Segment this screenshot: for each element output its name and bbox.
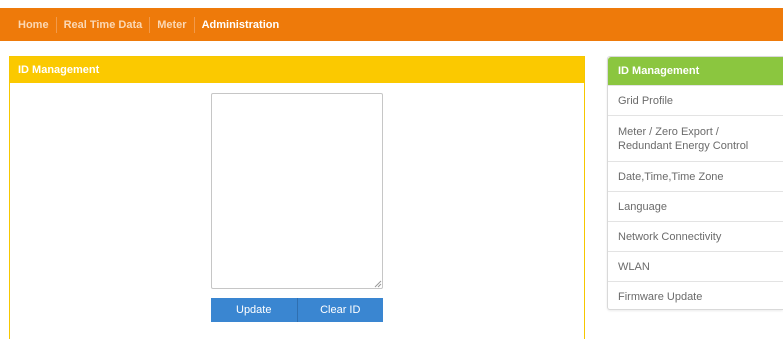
- nav-item-administration[interactable]: Administration: [195, 17, 287, 33]
- side-item-meter-zero-export[interactable]: Meter / Zero Export / Redundant Energy C…: [608, 115, 783, 161]
- id-management-panel: ID Management Update Clear ID: [9, 56, 585, 339]
- side-item-firmware-update[interactable]: Firmware Update: [608, 281, 783, 311]
- side-item-language[interactable]: Language: [608, 191, 783, 221]
- side-item-wlan[interactable]: WLAN: [608, 251, 783, 281]
- side-item-date-time-zone[interactable]: Date,Time,Time Zone: [608, 161, 783, 191]
- nav-item-home[interactable]: Home: [11, 16, 57, 33]
- side-menu: ID Management Grid Profile Meter / Zero …: [607, 56, 783, 310]
- clear-id-button[interactable]: Clear ID: [296, 298, 383, 322]
- id-textarea[interactable]: [211, 93, 383, 289]
- nav-item-real-time-data[interactable]: Real Time Data: [57, 16, 151, 33]
- resize-grip-icon[interactable]: [374, 280, 382, 288]
- side-item-grid-profile[interactable]: Grid Profile: [608, 85, 783, 115]
- nav-item-meter[interactable]: Meter: [150, 16, 195, 33]
- update-button[interactable]: Update: [211, 298, 297, 322]
- side-menu-title: ID Management: [608, 57, 783, 85]
- top-nav-bar: Home Real Time Data Meter Administration: [0, 8, 783, 41]
- action-button-group: Update Clear ID: [211, 298, 383, 322]
- side-item-network-connectivity[interactable]: Network Connectivity: [608, 221, 783, 251]
- panel-title: ID Management: [10, 57, 584, 83]
